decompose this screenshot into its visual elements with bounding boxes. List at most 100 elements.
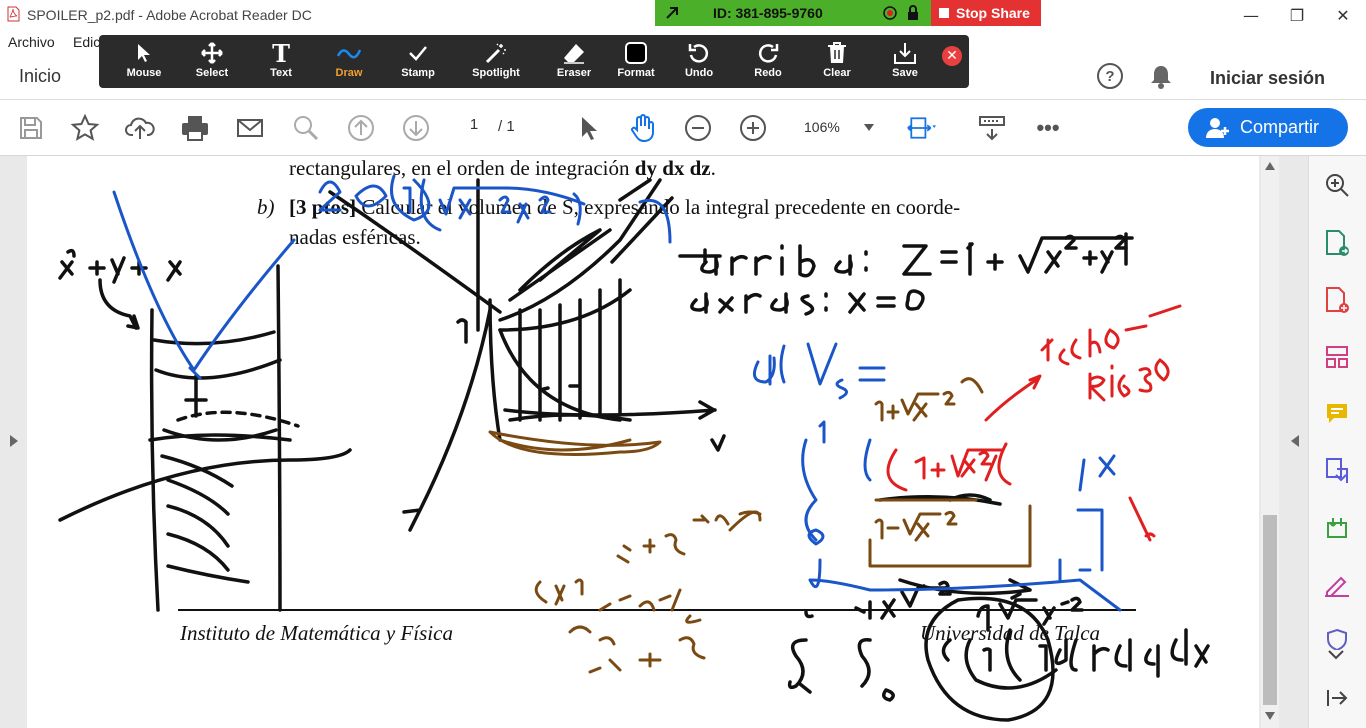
next-page-icon[interactable]: [401, 113, 431, 143]
footer-left: Instituto de Matemática y Física: [180, 621, 453, 645]
stop-share-button[interactable]: Stop Share: [931, 0, 1041, 26]
scroll-mode-icon[interactable]: [977, 113, 1007, 143]
combine-files-icon[interactable]: [1322, 456, 1352, 486]
export-pdf-icon[interactable]: [1322, 228, 1352, 258]
window-title: SPOILER_p2.pdf - Adobe Acrobat Reader DC: [27, 7, 312, 23]
zoom-search-icon[interactable]: [291, 113, 321, 143]
annot-tool-eraser[interactable]: Eraser: [542, 39, 606, 85]
screen-share-session-bar: ID: 381-895-9760: [655, 0, 931, 26]
help-icon[interactable]: ?: [1097, 63, 1123, 89]
upload-cloud-icon[interactable]: [125, 113, 155, 143]
close-window-button[interactable]: ✕: [1320, 0, 1366, 30]
share-button-label: Compartir: [1240, 117, 1320, 137]
fill-sign-icon[interactable]: [1322, 570, 1352, 600]
zoom-in-icon[interactable]: [738, 113, 768, 143]
record-icon[interactable]: [883, 6, 897, 20]
expand-left-panel-icon[interactable]: [10, 435, 18, 447]
annot-tool-label: Eraser: [556, 67, 592, 79]
annot-tool-stamp[interactable]: Stamp: [386, 39, 450, 85]
share-button[interactable]: Compartir: [1188, 108, 1348, 147]
save-icon: [894, 43, 916, 64]
footer-rule: [178, 609, 1136, 611]
more-options-icon[interactable]: •••: [1033, 113, 1063, 143]
stop-square-icon: [939, 8, 949, 18]
annot-tool-save[interactable]: Save: [873, 39, 937, 85]
draw-icon: [337, 49, 361, 59]
annot-tool-select[interactable]: Select: [180, 39, 244, 85]
annot-tool-label: Mouse: [126, 67, 162, 79]
check-icon: [409, 46, 427, 61]
page-total-label: / 1: [498, 118, 515, 135]
annot-tool-label: Draw: [335, 67, 363, 79]
annot-tool-spotlight[interactable]: Spotlight: [464, 39, 528, 85]
comment-icon[interactable]: [1322, 399, 1352, 429]
text-icon: T: [272, 38, 290, 68]
prev-page-icon[interactable]: [346, 113, 376, 143]
annot-tool-draw[interactable]: Draw: [317, 39, 381, 85]
print-icon[interactable]: [180, 113, 210, 143]
eraser-icon: [564, 44, 584, 64]
lock-icon[interactable]: [907, 5, 919, 21]
maximize-button[interactable]: ❐: [1274, 0, 1320, 30]
bell-icon[interactable]: [1149, 64, 1173, 90]
wand-icon: [485, 43, 506, 64]
search-zoom-icon[interactable]: [1322, 170, 1352, 200]
bookmark-star-icon[interactable]: [70, 113, 100, 143]
tab-inicio[interactable]: Inicio: [19, 66, 61, 87]
undo-icon: [688, 44, 709, 63]
collapse-panel-arrow-icon[interactable]: [1322, 683, 1352, 713]
annot-tool-mouse[interactable]: Mouse: [112, 39, 176, 85]
cursor-icon: [138, 44, 150, 62]
save-file-icon[interactable]: [16, 113, 46, 143]
item-b-label: b): [257, 195, 275, 219]
scroll-down-icon[interactable]: [1265, 712, 1275, 720]
item-b-text: [3 ptos] Calcular el volumen de S, expre…: [289, 195, 961, 219]
collapse-right-panel-icon[interactable]: [1291, 435, 1299, 447]
main-toolbar: •••: [0, 100, 1366, 156]
email-icon[interactable]: [235, 113, 265, 143]
annot-tool-label: Redo: [754, 67, 782, 79]
annot-tool-label: Text: [270, 67, 292, 79]
zoom-out-icon[interactable]: [683, 113, 713, 143]
format-icon: [625, 42, 647, 64]
hand-tool-icon[interactable]: [628, 113, 658, 143]
share-arrow-icon[interactable]: [665, 6, 679, 20]
annot-tool-label: Save: [892, 67, 918, 79]
fit-page-icon[interactable]: [906, 113, 936, 143]
select-cursor-icon[interactable]: [573, 113, 603, 143]
signin-link[interactable]: Iniciar sesión: [1210, 68, 1325, 89]
trash-icon: [828, 42, 846, 63]
session-id-label: ID: 381-895-9760: [713, 5, 823, 21]
zoom-dropdown-chevron-icon[interactable]: [864, 124, 874, 132]
annotation-toolbar: Mouse Select T Text Draw Stamp Spotlight…: [99, 35, 969, 88]
create-pdf-icon[interactable]: [1322, 285, 1352, 315]
menu-edicion[interactable]: Edic: [73, 34, 100, 50]
annot-tool-text[interactable]: T Text: [249, 39, 313, 85]
annot-tool-label: Select: [195, 67, 229, 79]
organize-pages-icon[interactable]: [1322, 342, 1352, 372]
zoom-level-select[interactable]: 106%: [804, 119, 840, 135]
compress-pdf-icon[interactable]: [1322, 513, 1352, 543]
annot-tool-label: Clear: [823, 67, 851, 79]
close-annotation-toolbar-button[interactable]: ✕: [942, 46, 962, 66]
annot-tool-undo[interactable]: Undo: [667, 39, 731, 85]
item-b-text-line2: nadas esféricas.: [289, 225, 421, 249]
move-icon: [201, 42, 223, 64]
scroll-up-icon[interactable]: [1265, 162, 1275, 170]
annot-tool-label: Format: [617, 67, 655, 79]
annot-tool-format[interactable]: Format: [604, 39, 668, 85]
annot-tool-label: Stamp: [401, 67, 435, 79]
page-number-input[interactable]: 1: [456, 116, 492, 140]
menu-archivo[interactable]: Archivo: [8, 34, 55, 50]
redo-icon: [758, 44, 779, 63]
more-tools-chevron-icon[interactable]: [1328, 650, 1344, 660]
annot-tool-redo[interactable]: Redo: [736, 39, 800, 85]
annot-tool-label: Undo: [684, 67, 714, 79]
doc-line-1: rectangulares, en el orden de integració…: [289, 156, 716, 180]
scrollbar-thumb[interactable]: [1263, 515, 1277, 705]
minimize-button[interactable]: —: [1228, 0, 1274, 30]
add-user-icon: [1206, 117, 1229, 138]
stop-share-label: Stop Share: [956, 5, 1030, 21]
footer-right: Universidad de Talca: [920, 621, 1101, 645]
annot-tool-clear[interactable]: Clear: [805, 39, 869, 85]
